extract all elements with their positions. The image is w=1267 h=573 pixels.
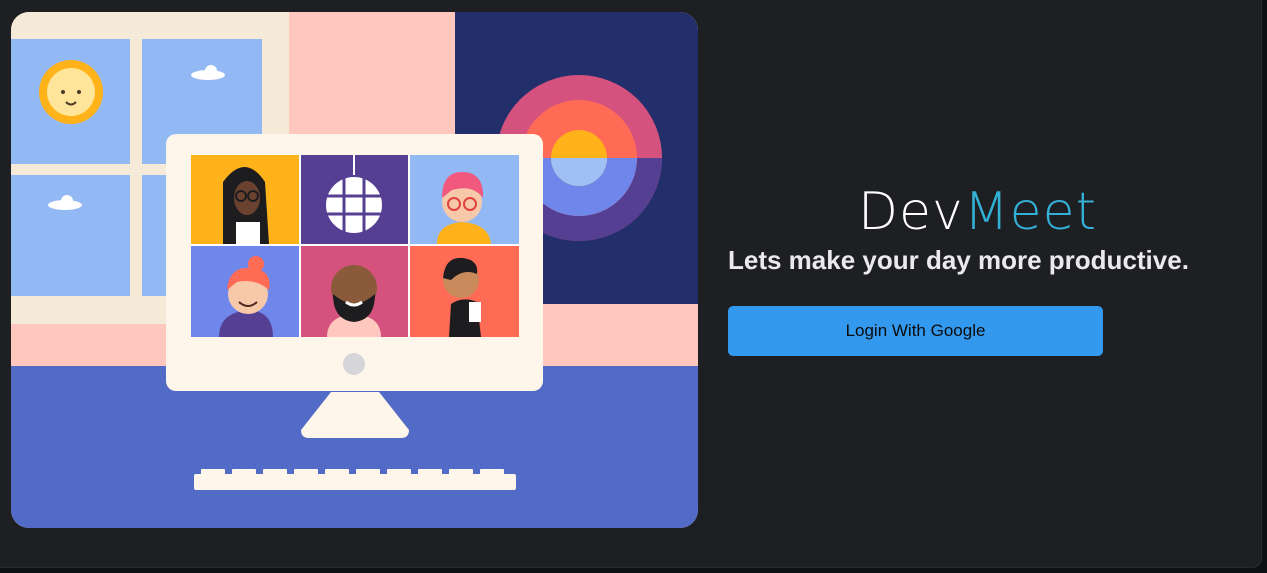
login-with-google-button[interactable]: Login With Google bbox=[728, 306, 1103, 356]
tagline: Lets make your day more productive. bbox=[728, 245, 1189, 275]
app-container: DevMeet Lets make your day more producti… bbox=[0, 0, 1262, 568]
brand-meet: Meet bbox=[963, 182, 1098, 242]
sun-icon bbox=[39, 60, 103, 124]
app-logo: DevMeet bbox=[858, 184, 1097, 240]
video-call-illustration bbox=[11, 12, 698, 528]
brand-dev: Dev bbox=[858, 182, 964, 242]
